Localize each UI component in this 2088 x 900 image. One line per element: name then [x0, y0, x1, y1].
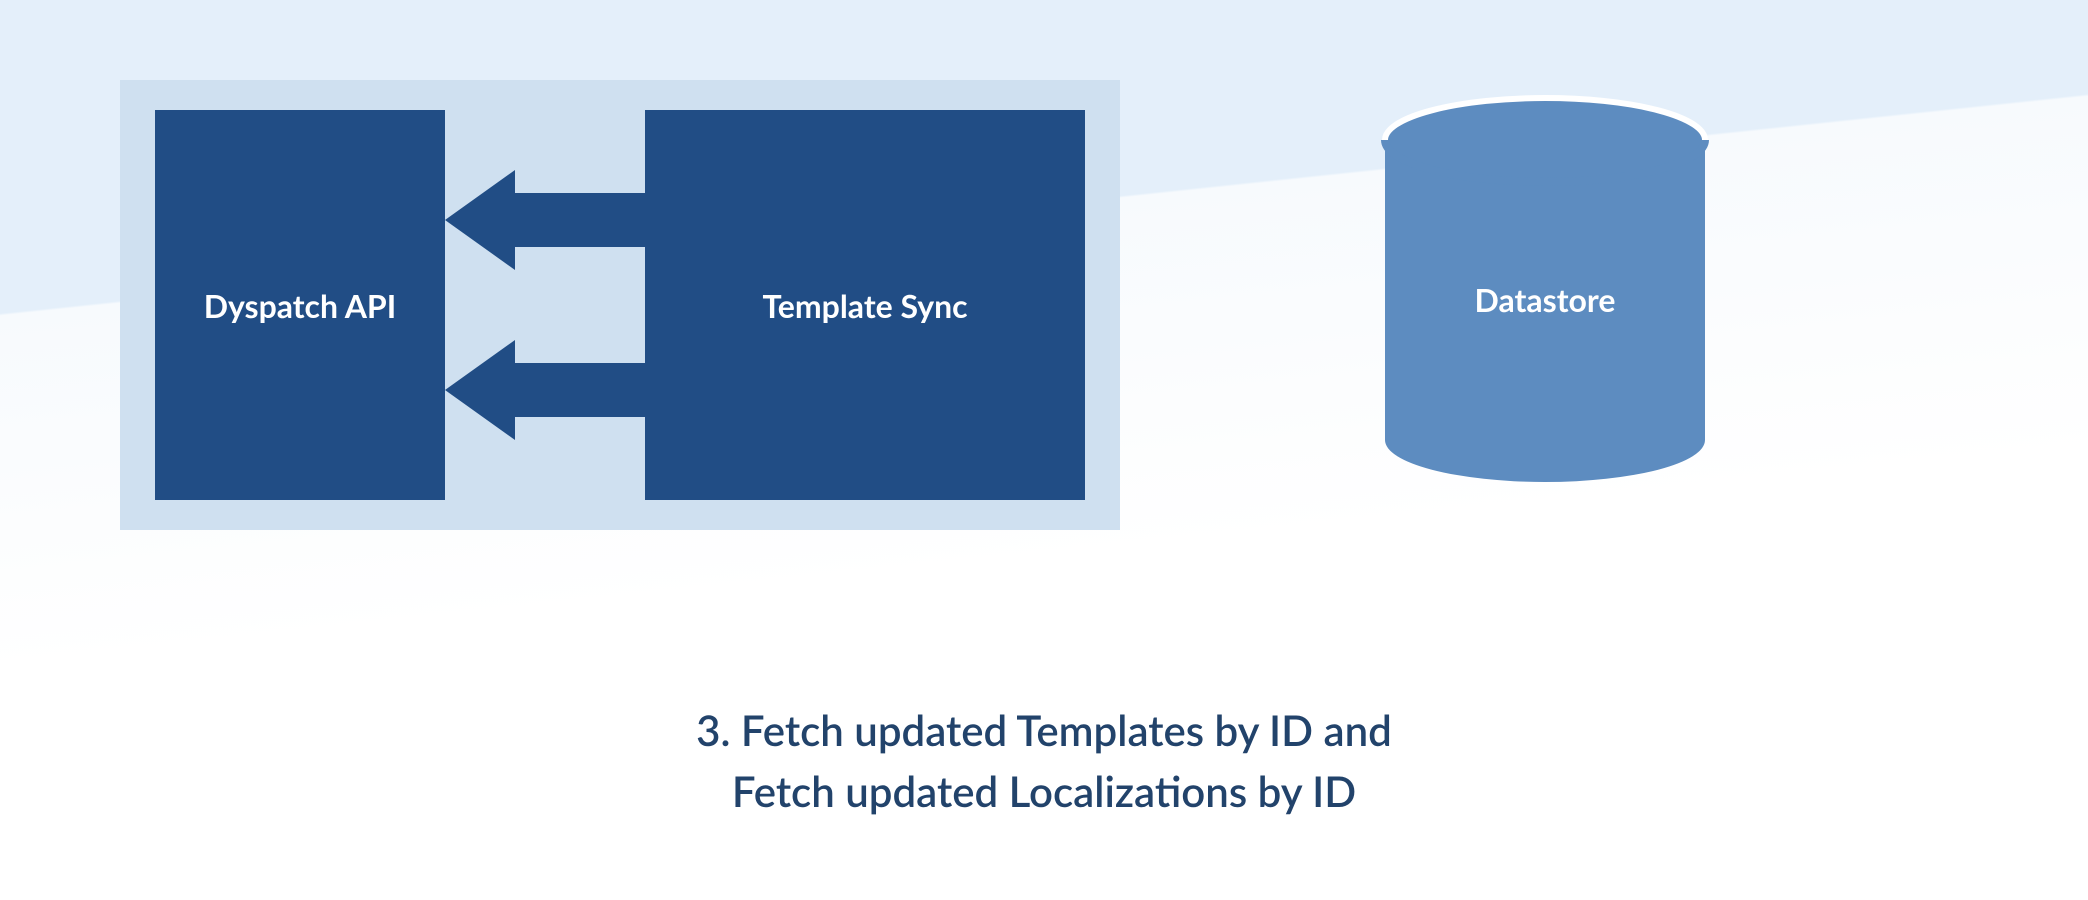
caption-line-2: Fetch updated Localizations by ID — [0, 761, 2088, 822]
arrow-left-icon — [445, 340, 645, 440]
dyspatch-api-box: Dyspatch API — [155, 110, 445, 500]
datastore-label: Datastore — [1380, 280, 1710, 319]
diagram-caption: 3. Fetch updated Templates by ID and Fet… — [0, 700, 2088, 822]
template-sync-label: Template Sync — [762, 286, 967, 325]
template-sync-box: Template Sync — [645, 110, 1085, 500]
dyspatch-api-label: Dyspatch API — [204, 286, 396, 325]
diagram-stage: Dyspatch API Template Sync Datastore 3. … — [0, 0, 2088, 900]
datastore-cylinder: Datastore — [1380, 95, 1710, 485]
caption-line-1: 3. Fetch updated Templates by ID and — [0, 700, 2088, 761]
arrow-left-icon — [445, 170, 645, 270]
